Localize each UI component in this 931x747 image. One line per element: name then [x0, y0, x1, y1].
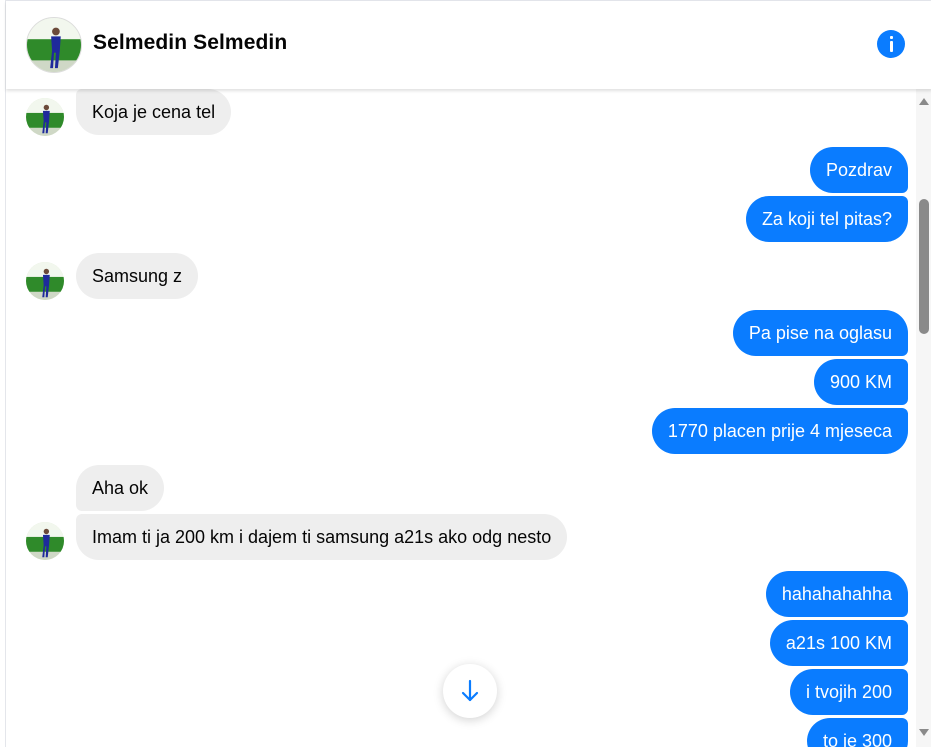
- outgoing-message[interactable]: 1770 placen prije 4 mjeseca: [651, 408, 908, 454]
- person-photo-icon: [26, 98, 64, 136]
- person-photo-icon: [26, 262, 64, 300]
- scroll-to-bottom-button[interactable]: [443, 664, 497, 718]
- outgoing-message[interactable]: to je 300: [806, 718, 908, 747]
- person-photo-icon: [26, 522, 64, 560]
- incoming-message[interactable]: Imam ti ja 200 km i dajem ti samsung a21…: [76, 514, 568, 560]
- person-photo-icon: [27, 18, 81, 72]
- contact-avatar-small: [26, 262, 64, 300]
- contact-avatar[interactable]: [26, 17, 82, 73]
- outgoing-message[interactable]: Pozdrav: [809, 147, 908, 193]
- outgoing-message[interactable]: a21s 100 KM: [769, 620, 908, 666]
- message-thread[interactable]: Koja je cena tel Pozdrav Za koji tel pit…: [6, 89, 916, 747]
- scroll-down-arrow-icon[interactable]: [919, 729, 929, 736]
- scrollbar-thumb[interactable]: [919, 199, 929, 334]
- outgoing-message[interactable]: i tvojih 200: [789, 669, 908, 715]
- contact-name: Selmedin Selmedin: [93, 31, 288, 54]
- contact-avatar-small: [26, 98, 64, 136]
- arrow-down-icon: [461, 679, 479, 702]
- outgoing-message[interactable]: Pa pise na oglasu: [732, 310, 908, 356]
- contact-avatar-small: [26, 522, 64, 560]
- outgoing-message[interactable]: hahahahahha: [765, 571, 908, 617]
- incoming-message[interactable]: Koja je cena tel: [76, 89, 232, 135]
- outgoing-message[interactable]: 900 KM: [813, 359, 908, 405]
- chat-window: Selmedin Selmedin Koja je cena tel Pozdr…: [5, 0, 931, 747]
- outgoing-message[interactable]: Za koji tel pitas?: [745, 196, 908, 242]
- incoming-message[interactable]: Aha ok: [76, 465, 165, 511]
- info-icon[interactable]: [877, 30, 905, 58]
- incoming-message[interactable]: Samsung z: [76, 253, 199, 299]
- chat-header: Selmedin Selmedin: [6, 1, 931, 89]
- scroll-up-arrow-icon[interactable]: [919, 98, 929, 105]
- scrollbar[interactable]: [916, 89, 931, 747]
